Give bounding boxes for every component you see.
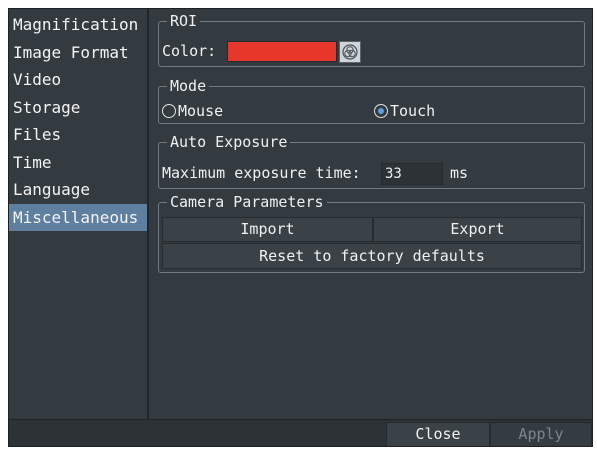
color-wheel-icon <box>342 44 358 60</box>
touch-radio[interactable]: Touch <box>374 102 435 120</box>
mouse-radio-circle <box>162 104 176 118</box>
reset-factory-defaults-button[interactable]: Reset to factory defaults <box>162 243 582 269</box>
sidebar-item-video[interactable]: Video <box>9 66 147 94</box>
settings-window: Magnification Image Format Video Storage… <box>8 8 593 447</box>
settings-content: ROI Color: Mode Mouse Touch Auto Exposur… <box>149 9 592 419</box>
sidebar-item-language[interactable]: Language <box>9 176 147 204</box>
sidebar-item-time[interactable]: Time <box>9 149 147 177</box>
roi-group: ROI Color: <box>158 12 585 67</box>
sidebar-item-storage[interactable]: Storage <box>9 94 147 122</box>
max-exposure-label: Maximum exposure time: <box>162 164 361 182</box>
auto-exposure-group: Auto Exposure Maximum exposure time: ms <box>158 133 585 189</box>
apply-button[interactable]: Apply <box>490 422 592 446</box>
touch-radio-circle <box>374 104 388 118</box>
max-exposure-input[interactable] <box>381 163 443 185</box>
mouse-radio-label: Mouse <box>178 102 224 120</box>
exposure-unit: ms <box>450 164 469 182</box>
mode-group: Mode Mouse Touch <box>158 77 585 124</box>
roi-color-swatch[interactable] <box>227 41 337 62</box>
auto-exposure-group-title: Auto Exposure <box>167 133 291 151</box>
sidebar-item-image-format[interactable]: Image Format <box>9 39 147 67</box>
close-button[interactable]: Close <box>386 422 490 446</box>
sidebar-item-miscellaneous[interactable]: Miscellaneous <box>9 203 147 231</box>
mode-group-title: Mode <box>167 77 210 95</box>
sidebar-item-files[interactable]: Files <box>9 121 147 149</box>
export-button[interactable]: Export <box>373 217 582 242</box>
camera-parameters-group-title: Camera Parameters <box>167 193 327 211</box>
sidebar: Magnification Image Format Video Storage… <box>9 9 149 419</box>
sidebar-item-magnification[interactable]: Magnification <box>9 11 147 39</box>
dialog-footer: Close Apply <box>9 419 592 446</box>
touch-radio-label: Touch <box>390 102 436 120</box>
color-label: Color: <box>162 42 217 60</box>
import-button[interactable]: Import <box>162 217 373 242</box>
mouse-radio[interactable]: Mouse <box>162 102 223 120</box>
camera-parameters-group: Camera Parameters Import Export Reset to… <box>158 193 585 273</box>
roi-group-title: ROI <box>167 12 201 30</box>
color-picker-button[interactable] <box>339 41 361 63</box>
